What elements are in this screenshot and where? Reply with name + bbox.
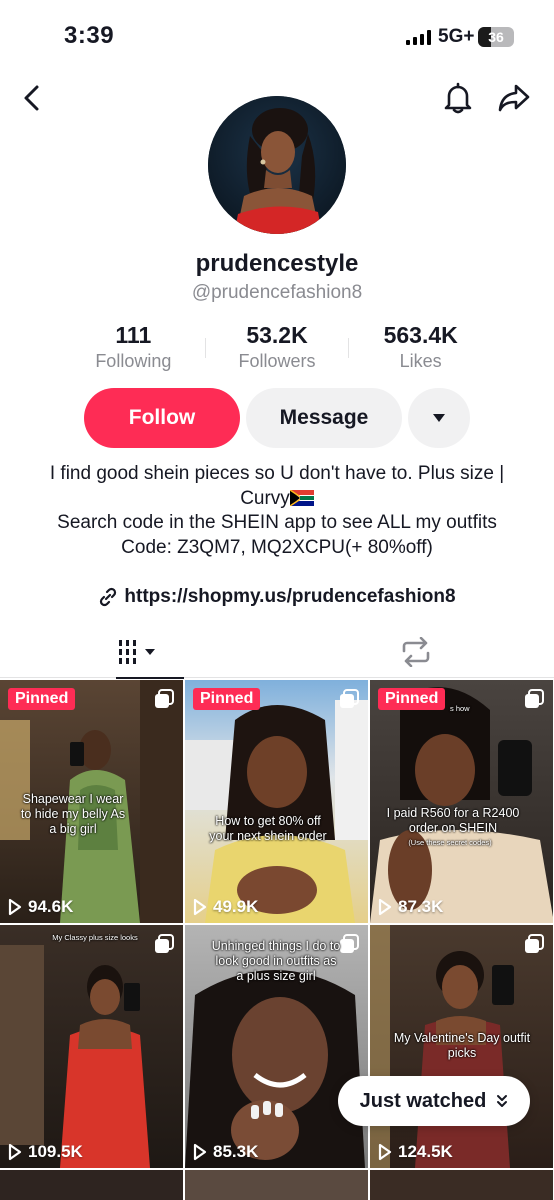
stat-label: Following [95,351,172,371]
play-icon [378,1143,392,1161]
more-suggestions-button[interactable] [408,388,470,448]
view-count-value: 124.5K [398,1142,453,1161]
just-watched-label: Just watched [359,1089,487,1112]
south-africa-flag-icon [289,489,314,506]
multi-image-icon [340,689,359,708]
video-caption-sub: (Use these secret codes) [408,838,492,847]
video-tile[interactable]: Unhinged things I do to look good in out… [185,925,368,1168]
video-thumbnail [0,925,183,1168]
video-thumbnail [185,680,368,923]
video-thumbnail [370,680,553,923]
video-caption: I paid R560 for a R2400 order on SHEIN [386,806,520,835]
bio-link[interactable]: https://shopmy.us/prudencefashion8 [0,586,554,608]
view-count: 109.5K [8,1142,83,1162]
tab-videos[interactable] [0,626,277,679]
signal-icon [406,30,431,45]
video-tile[interactable]: Pinned s how I paid R560 for a R2400 ord… [370,680,553,923]
share-button[interactable] [496,80,532,116]
pinned-badge: Pinned [378,688,446,710]
bio-line-2: Search code in the SHEIN app to see ALL … [57,512,497,533]
view-count: 85.3K [193,1142,258,1162]
battery-icon: 36 [478,27,514,47]
bio-link-text: https://shopmy.us/prudencefashion8 [124,586,456,607]
view-count-value: 94.6K [28,897,74,916]
multi-image-icon [340,934,359,953]
video-caption: Unhinged things I do to look good in out… [211,939,341,983]
video-tile[interactable]: Pinned Shapewear I wear to hide my belly… [0,680,183,923]
video-caption: My Valentine's Day outfit picks [393,1031,531,1060]
play-icon [378,898,392,916]
view-count-value: 85.3K [213,1142,259,1161]
bio-line-3: Code: Z3QM7, MQ2XCPU(+ 80%off) [121,536,433,558]
pinned-badge: Pinned [193,688,261,710]
play-icon [8,898,22,916]
stat-value: 563.4K [383,322,458,348]
repost-icon [402,637,429,667]
video-tile[interactable]: My Valentine's Day outfit picks 124.5K [370,925,553,1168]
play-icon [193,898,207,916]
view-count: 94.6K [8,897,73,917]
profile-handle: @prudencefashion8 [191,282,363,303]
stat-label: Followers [238,351,316,371]
view-count-value: 109.5K [28,1142,83,1161]
tab-reposts[interactable] [277,626,554,678]
play-icon [193,1143,207,1161]
view-count-value: 87.3K [398,897,444,916]
stat-value: 53.2K [246,322,308,348]
message-button[interactable]: Message [246,388,402,448]
stat-likes[interactable]: 563.4K Likes [349,322,492,378]
multi-image-icon [525,934,544,953]
multi-image-icon [155,934,174,953]
profile-bio: I find good shein pieces so U don't have… [40,462,514,560]
back-button[interactable] [14,80,50,116]
tab-active-indicator [116,677,184,679]
stat-followers[interactable]: 53.2K Followers [206,322,349,378]
grid-icon [118,640,155,664]
profile-username: prudencestyle [195,250,359,277]
bio-line-1: I find good shein pieces so U don't have… [49,463,505,509]
profile-avatar[interactable] [208,96,346,234]
status-bar: 3:39 5G+ 36 [0,0,554,80]
video-tile[interactable] [0,1170,183,1200]
link-icon [100,587,117,607]
video-caption-top: s how [450,704,470,713]
view-count: 124.5K [378,1142,453,1162]
video-caption: Shapewear I wear to hide my belly As a b… [20,792,126,836]
video-tile[interactable] [370,1170,553,1200]
view-count: 49.9K [193,897,258,917]
profile-tabs [0,626,554,679]
caret-down-icon [433,414,445,422]
bell-icon [444,82,472,114]
stat-following[interactable]: 111 Following [62,322,205,378]
video-tile[interactable]: My Classy plus size looks 109.5K [0,925,183,1168]
view-count: 87.3K [378,897,443,917]
view-count-value: 49.9K [213,897,259,916]
stat-label: Likes [399,351,442,371]
stat-value: 111 [115,322,152,348]
network-type: 5G+ [438,26,475,47]
video-caption: How to get 80% off your next shein order [209,814,327,843]
pinned-badge: Pinned [8,688,76,710]
status-time: 3:39 [64,22,115,49]
video-caption-top: My Classy plus size looks [52,933,138,942]
video-tile[interactable] [185,1170,368,1200]
notification-button[interactable] [440,80,476,116]
multi-image-icon [525,689,544,708]
profile-stats: 111 Following 53.2K Followers 563.4K Lik… [62,322,492,378]
video-tile[interactable]: Pinned How to get 80% off your next shei… [185,680,368,923]
multi-image-icon [155,689,174,708]
share-arrow-icon [498,84,530,112]
double-chevron-down-icon [497,1095,508,1107]
follow-button[interactable]: Follow [84,388,240,448]
chevron-left-icon [24,85,39,111]
battery-level: 36 [488,29,504,45]
play-icon [8,1143,22,1161]
just-watched-button[interactable]: Just watched [338,1076,530,1126]
